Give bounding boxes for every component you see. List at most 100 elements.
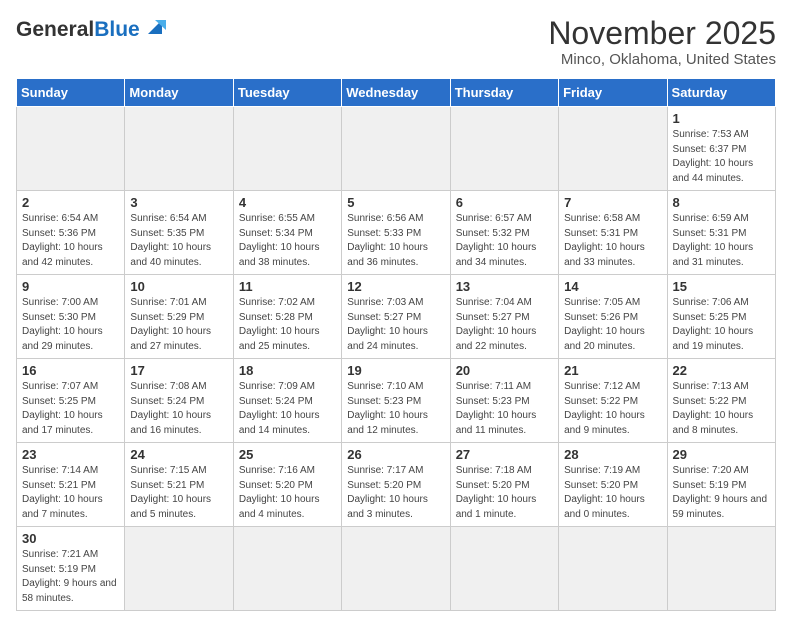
day-number: 6 [456, 195, 553, 210]
day-info: Sunrise: 7:05 AMSunset: 5:26 PMDaylight:… [564, 296, 661, 354]
day-number: 28 [564, 447, 661, 462]
calendar-cell: 18Sunrise: 7:09 AMSunset: 5:24 PMDayligh… [233, 359, 341, 443]
day-info: Sunrise: 7:02 AMSunset: 5:28 PMDaylight:… [239, 296, 336, 354]
week-row-4: 23 Sunrise: 7:14 AMSunset: 5:21 PMDayligh… [17, 443, 776, 527]
day-number: 24 [130, 447, 227, 462]
calendar-cell: 14 Sunrise: 7:05 AMSunset: 5:26 PMDayligh… [559, 275, 667, 359]
calendar-cell [450, 107, 558, 191]
calendar-header: Sunday Monday Tuesday Wednesday Thursday… [17, 79, 776, 107]
day-number: 16 [22, 363, 119, 378]
day-info: Sunrise: 7:21 AMSunset: 5:19 PMDaylight:… [22, 548, 119, 606]
day-info: Sunrise: 6:54 AMSunset: 5:35 PMDaylight:… [130, 212, 227, 270]
day-number: 26 [347, 447, 444, 462]
logo-blue: Blue [94, 18, 140, 42]
calendar-cell: 17 Sunrise: 7:08 AMSunset: 5:24 PMDayligh… [125, 359, 233, 443]
day-number: 8 [673, 195, 770, 210]
col-tuesday: Tuesday [233, 79, 341, 107]
calendar-cell: 10Sunrise: 7:01 AMSunset: 5:29 PMDayligh… [125, 275, 233, 359]
day-info: Sunrise: 7:15 AMSunset: 5:21 PMDaylight:… [130, 464, 227, 522]
day-info: Sunrise: 7:20 AMSunset: 5:19 PMDaylight:… [673, 464, 770, 522]
col-thursday: Thursday [450, 79, 558, 107]
calendar-cell: 23 Sunrise: 7:14 AMSunset: 5:21 PMDayligh… [17, 443, 125, 527]
calendar-cell: 16 Sunrise: 7:07 AMSunset: 5:25 PMDayligh… [17, 359, 125, 443]
col-wednesday: Wednesday [342, 79, 450, 107]
day-info: Sunrise: 7:07 AMSunset: 5:25 PMDaylight:… [22, 380, 119, 438]
col-friday: Friday [559, 79, 667, 107]
logo: General Blue [16, 16, 166, 43]
day-info: Sunrise: 7:08 AMSunset: 5:24 PMDaylight:… [130, 380, 227, 438]
calendar-body: 1Sunrise: 7:53 AMSunset: 6:37 PMDaylight… [17, 107, 776, 611]
logo-general: General [16, 18, 94, 42]
header: General Blue November 2025 Minco, Oklaho… [16, 16, 776, 68]
day-number: 11 [239, 279, 336, 294]
col-saturday: Saturday [667, 79, 775, 107]
calendar-cell: 1Sunrise: 7:53 AMSunset: 6:37 PMDaylight… [667, 107, 775, 191]
col-sunday: Sunday [17, 79, 125, 107]
calendar-cell: 6 Sunrise: 6:57 AMSunset: 5:32 PMDaylight… [450, 191, 558, 275]
day-info: Sunrise: 7:14 AMSunset: 5:21 PMDaylight:… [22, 464, 119, 522]
calendar-cell: 5Sunrise: 6:56 AMSunset: 5:33 PMDaylight… [342, 191, 450, 275]
day-info: Sunrise: 7:16 AMSunset: 5:20 PMDaylight:… [239, 464, 336, 522]
calendar-cell [125, 107, 233, 191]
calendar-table: Sunday Monday Tuesday Wednesday Thursday… [16, 78, 776, 611]
calendar-cell: 27 Sunrise: 7:18 AMSunset: 5:20 PMDayligh… [450, 443, 558, 527]
day-info: Sunrise: 7:11 AMSunset: 5:23 PMDaylight:… [456, 380, 553, 438]
day-info: Sunrise: 6:58 AMSunset: 5:31 PMDaylight:… [564, 212, 661, 270]
day-number: 2 [22, 195, 119, 210]
week-row-5: 30Sunrise: 7:21 AMSunset: 5:19 PMDayligh… [17, 527, 776, 611]
day-info: Sunrise: 6:59 AMSunset: 5:31 PMDaylight:… [673, 212, 770, 270]
day-number: 21 [564, 363, 661, 378]
day-info: Sunrise: 7:04 AMSunset: 5:27 PMDaylight:… [456, 296, 553, 354]
day-number: 17 [130, 363, 227, 378]
calendar-cell: 4Sunrise: 6:55 AMSunset: 5:34 PMDaylight… [233, 191, 341, 275]
calendar-cell: 15 Sunrise: 7:06 AMSunset: 5:25 PMDayligh… [667, 275, 775, 359]
week-row-0: 1Sunrise: 7:53 AMSunset: 6:37 PMDaylight… [17, 107, 776, 191]
calendar-cell [342, 527, 450, 611]
day-number: 18 [239, 363, 336, 378]
calendar-cell: 3 Sunrise: 6:54 AMSunset: 5:35 PMDaylight… [125, 191, 233, 275]
day-info: Sunrise: 7:06 AMSunset: 5:25 PMDaylight:… [673, 296, 770, 354]
day-number: 20 [456, 363, 553, 378]
calendar-cell: 20 Sunrise: 7:11 AMSunset: 5:23 PMDayligh… [450, 359, 558, 443]
week-row-2: 9 Sunrise: 7:00 AMSunset: 5:30 PMDaylight… [17, 275, 776, 359]
calendar-title: November 2025 [548, 16, 776, 51]
calendar-cell [450, 527, 558, 611]
day-number: 7 [564, 195, 661, 210]
day-number: 10 [130, 279, 227, 294]
calendar-cell [342, 107, 450, 191]
day-info: Sunrise: 6:56 AMSunset: 5:33 PMDaylight:… [347, 212, 444, 270]
day-info: Sunrise: 7:00 AMSunset: 5:30 PMDaylight:… [22, 296, 119, 354]
week-row-1: 2 Sunrise: 6:54 AMSunset: 5:36 PMDaylight… [17, 191, 776, 275]
calendar-cell [233, 527, 341, 611]
day-info: Sunrise: 7:18 AMSunset: 5:20 PMDaylight:… [456, 464, 553, 522]
calendar-cell: 13 Sunrise: 7:04 AMSunset: 5:27 PMDayligh… [450, 275, 558, 359]
day-info: Sunrise: 7:12 AMSunset: 5:22 PMDaylight:… [564, 380, 661, 438]
calendar-cell: 2 Sunrise: 6:54 AMSunset: 5:36 PMDaylight… [17, 191, 125, 275]
calendar-cell: 29Sunrise: 7:20 AMSunset: 5:19 PMDayligh… [667, 443, 775, 527]
calendar-cell: 19Sunrise: 7:10 AMSunset: 5:23 PMDayligh… [342, 359, 450, 443]
day-number: 14 [564, 279, 661, 294]
day-number: 15 [673, 279, 770, 294]
calendar-cell [125, 527, 233, 611]
day-number: 27 [456, 447, 553, 462]
week-row-3: 16 Sunrise: 7:07 AMSunset: 5:25 PMDayligh… [17, 359, 776, 443]
day-number: 9 [22, 279, 119, 294]
calendar-cell: 30Sunrise: 7:21 AMSunset: 5:19 PMDayligh… [17, 527, 125, 611]
day-info: Sunrise: 6:54 AMSunset: 5:36 PMDaylight:… [22, 212, 119, 270]
calendar-cell: 9 Sunrise: 7:00 AMSunset: 5:30 PMDaylight… [17, 275, 125, 359]
calendar-cell: 24 Sunrise: 7:15 AMSunset: 5:21 PMDayligh… [125, 443, 233, 527]
calendar-cell [559, 527, 667, 611]
day-number: 23 [22, 447, 119, 462]
day-info: Sunrise: 6:57 AMSunset: 5:32 PMDaylight:… [456, 212, 553, 270]
calendar-cell: 26 Sunrise: 7:17 AMSunset: 5:20 PMDayligh… [342, 443, 450, 527]
calendar-cell [559, 107, 667, 191]
day-number: 25 [239, 447, 336, 462]
day-number: 22 [673, 363, 770, 378]
day-number: 1 [673, 111, 770, 126]
calendar-cell: 25 Sunrise: 7:16 AMSunset: 5:20 PMDayligh… [233, 443, 341, 527]
day-info: Sunrise: 7:17 AMSunset: 5:20 PMDaylight:… [347, 464, 444, 522]
day-number: 3 [130, 195, 227, 210]
day-number: 13 [456, 279, 553, 294]
day-info: Sunrise: 6:55 AMSunset: 5:34 PMDaylight:… [239, 212, 336, 270]
col-monday: Monday [125, 79, 233, 107]
